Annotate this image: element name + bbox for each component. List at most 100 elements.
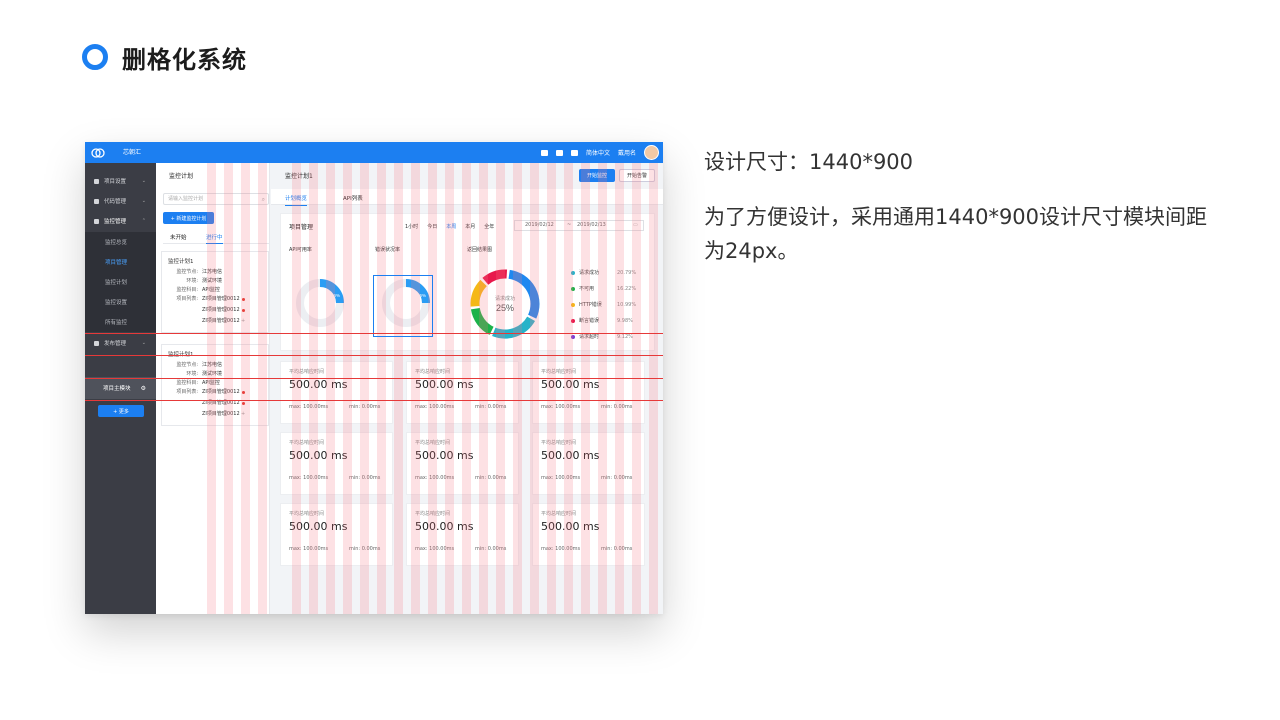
- stat-card: 平均总响应时间 500.00 ms max: 100.00ms min: 0.00ms: [532, 361, 645, 424]
- project-item[interactable]: ZI项目管理0012: [202, 388, 240, 397]
- new-plan-button[interactable]: + 新建监控计划: [163, 212, 214, 224]
- sidebar-sub-plans[interactable]: 监控计划: [85, 272, 156, 292]
- legend-label: HTTP错误: [579, 302, 602, 308]
- sidebar-sub-all[interactable]: 所有监控: [85, 312, 156, 332]
- stat-value: 500.00 ms: [415, 378, 474, 391]
- donut-center-value: 25%: [496, 303, 514, 313]
- status-dot: [242, 391, 245, 394]
- start-monitor-button[interactable]: 开始监控: [579, 169, 615, 182]
- stat-min: min: 0.00ms: [475, 404, 507, 410]
- settings-icon[interactable]: ⚙: [141, 385, 146, 392]
- calendar-icon: ▭: [633, 222, 638, 228]
- date-separator: ~: [567, 222, 572, 228]
- legend-label: 请求成功: [579, 270, 600, 276]
- status-dot: [242, 298, 245, 301]
- stat-label: 平均总响应时间: [289, 369, 325, 375]
- plus-icon[interactable]: +: [241, 410, 245, 419]
- plus-icon[interactable]: +: [241, 317, 245, 326]
- stat-card: 平均总响应时间 500.00 ms max: 100.00ms min: 0.00ms: [406, 361, 519, 424]
- api-availability-label: API可用率: [289, 247, 312, 253]
- stat-max: max: 100.00ms: [289, 546, 329, 552]
- legend-dot: [571, 287, 575, 291]
- error-rate-pie: 26%: [382, 279, 430, 327]
- cloud-logo-icon: [91, 148, 105, 158]
- field-value: API监控: [202, 380, 220, 386]
- plan-card-title: 监控计划1: [168, 352, 194, 358]
- project-item[interactable]: ZI项目管理0012: [202, 317, 240, 326]
- stat-value: 500.00 ms: [541, 378, 600, 391]
- sidebar-item-project-settings[interactable]: 项目设置 ⌄: [85, 171, 156, 191]
- stat-max: max: 100.00ms: [541, 475, 581, 481]
- stat-min: min: 0.00ms: [349, 546, 381, 552]
- flag-icon: [94, 198, 99, 204]
- more-button[interactable]: + 更多: [98, 405, 144, 417]
- start-alert-button[interactable]: 开始告警: [619, 169, 655, 182]
- search-input[interactable]: 请输入监控计划 ⌕: [163, 193, 269, 205]
- sidebar-item-monitor[interactable]: 监控管理 ⌃: [85, 211, 156, 231]
- field-value: 江苏电信: [202, 269, 223, 275]
- sidebar: 项目设置 ⌄ 代码管理 ⌄ 监控管理 ⌃ 监控总览 项目管理 监控计划 监控设置…: [85, 163, 156, 614]
- field-value: 江苏电信: [202, 362, 223, 368]
- username[interactable]: 戴用名: [618, 148, 636, 157]
- sidebar-sub-projects[interactable]: 项目管理: [85, 252, 156, 272]
- stat-label: 平均总响应时间: [541, 440, 577, 446]
- tab-api-list[interactable]: API列表: [343, 194, 363, 202]
- api-availability-pie: 26%: [296, 279, 344, 327]
- search-icon: ⌕: [261, 196, 265, 203]
- main-tabs: 计划概览 API列表: [271, 189, 663, 206]
- sidebar-sub-overview[interactable]: 监控总览: [85, 232, 156, 252]
- stat-card: 平均总响应时间 500.00 ms max: 100.00ms min: 0.00ms: [532, 432, 645, 495]
- stat-label: 平均总响应时间: [289, 440, 325, 446]
- date-from: 2019/02/12: [525, 222, 554, 228]
- cloud-icon: [94, 340, 99, 346]
- main-content: 监控计划1 开始监控 开始告警 计划概览 API列表 项目管理 1小时 今日 本…: [271, 163, 663, 614]
- chat-icon[interactable]: [540, 149, 548, 156]
- stat-card: 平均总响应时间 500.00 ms max: 100.00ms min: 0.00ms: [280, 503, 393, 566]
- project-item[interactable]: ZI项目管理0012: [202, 295, 240, 304]
- tab-in-progress[interactable]: 进行中: [206, 233, 223, 244]
- plan-list-panel: 监控计划 请输入监控计划 ⌕ + 新建监控计划 未开始 进行中 监控计划1 监控…: [156, 163, 270, 614]
- sidebar-item-publish[interactable]: 发布管理 ⌄: [85, 333, 156, 353]
- avatar[interactable]: [644, 145, 659, 160]
- range-month[interactable]: 本月: [465, 223, 475, 230]
- donut-segment: [492, 316, 536, 339]
- stat-label: 平均总响应时间: [289, 511, 325, 517]
- result-donut-chart: 请求成功 25%: [470, 269, 540, 339]
- legend-dot: [571, 319, 575, 323]
- main-module-item[interactable]: 项目主模块 ⚙: [85, 377, 156, 399]
- project-item[interactable]: ZI项目管理0012: [202, 410, 240, 419]
- range-hour[interactable]: 1小时: [405, 223, 418, 230]
- bell-icon[interactable]: [555, 149, 563, 156]
- field-value: 测试环境: [202, 278, 223, 284]
- project-item[interactable]: ZI项目管理0012: [202, 306, 240, 315]
- legend-percent: 10.99%: [617, 302, 637, 308]
- range-today[interactable]: 今日: [427, 223, 437, 230]
- plan-title: 监控计划1: [285, 173, 313, 180]
- project-panel: 项目管理 1小时 今日 本周 本月 全年 2019/02/12 ~ 2019/0…: [280, 213, 655, 351]
- project-item[interactable]: ZI项目管理0012: [202, 399, 240, 408]
- video-icon[interactable]: [570, 149, 578, 156]
- field-value: 测试环境: [202, 371, 223, 377]
- legend-percent: 16.22%: [617, 286, 637, 292]
- legend-dot: [571, 303, 575, 307]
- field-label: 监控科目:: [176, 380, 198, 386]
- plan-card[interactable]: 监控计划1 监控节点: 江苏电信 环境: 测试环境 监控科目: API监控 项目列表:…: [161, 344, 269, 426]
- sidebar-item-code[interactable]: 代码管理 ⌄: [85, 191, 156, 211]
- range-week[interactable]: 本周: [446, 223, 456, 230]
- sidebar-sub-settings[interactable]: 监控设置: [85, 292, 156, 312]
- tab-plan-overview[interactable]: 计划概览: [285, 194, 308, 206]
- legend-percent: 9.12%: [617, 334, 633, 340]
- status-dot: [242, 402, 245, 405]
- circle-icon: [82, 44, 108, 70]
- tab-not-started[interactable]: 未开始: [170, 233, 187, 241]
- legend-percent: 9.98%: [617, 318, 633, 324]
- language-switch[interactable]: 简体中文: [586, 148, 610, 157]
- plan-card-title: 监控计划1: [168, 259, 194, 265]
- chart-icon: [94, 218, 99, 224]
- stat-label: 平均总响应时间: [415, 440, 451, 446]
- range-year[interactable]: 全年: [484, 223, 494, 230]
- plan-card[interactable]: 监控计划1 监控节点: 江苏电信 环境: 测试环境 监控科目: API监控 项目列表:…: [161, 251, 269, 333]
- stat-value: 500.00 ms: [541, 520, 600, 533]
- chevron-down-icon: ⌄: [141, 178, 146, 184]
- date-range-picker[interactable]: 2019/02/12 ~ 2019/02/13 ▭: [514, 220, 644, 231]
